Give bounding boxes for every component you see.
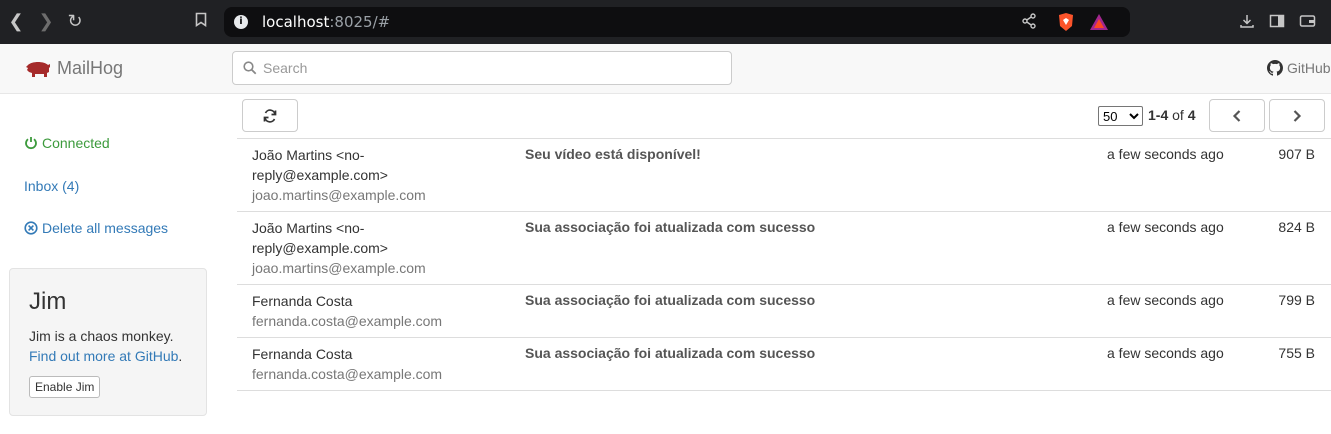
- chevron-left-icon: [1232, 109, 1241, 122]
- bookmark-icon[interactable]: [190, 10, 212, 32]
- message-sender: Fernanda Costa fernanda.costa@example.co…: [252, 346, 443, 382]
- message-sender: João Martins <no-reply@example.com> joao…: [252, 147, 426, 203]
- github-link[interactable]: GitHub: [1267, 60, 1331, 76]
- reload-icon[interactable]: ↻: [64, 10, 86, 32]
- message-date: a few seconds ago: [1107, 345, 1224, 361]
- browser-toolbar: ❮ ❯ ↻ i localhost:8025/#: [0, 0, 1331, 44]
- site-info-icon[interactable]: i: [234, 15, 248, 29]
- message-date: a few seconds ago: [1107, 146, 1224, 162]
- brave-shield-icon[interactable]: [1057, 12, 1075, 36]
- forward-icon[interactable]: ❯: [35, 10, 57, 32]
- jim-description: Jim is a chaos monkey. Find out more at …: [29, 328, 183, 364]
- search-input[interactable]: [263, 52, 723, 84]
- brand-name: MailHog: [57, 58, 124, 78]
- address-bar[interactable]: i localhost:8025/#: [224, 7, 1130, 37]
- url-text: localhost:8025/#: [262, 13, 391, 31]
- page-range: 1-4 of 4: [1148, 107, 1196, 123]
- enable-jim-button[interactable]: Enable Jim: [29, 376, 101, 398]
- message-sender: Fernanda Costa fernanda.costa@example.co…: [252, 293, 443, 329]
- message-subject: Sua associação foi atualizada com sucess…: [525, 345, 816, 361]
- message-size: 799 B: [1278, 292, 1315, 308]
- sidebar-toggle-icon[interactable]: [1269, 13, 1285, 33]
- jim-title: Jim: [29, 288, 67, 315]
- message-subject: Sua associação foi atualizada com sucess…: [525, 219, 816, 235]
- message-row[interactable]: João Martins <no-reply@example.com> joao…: [237, 211, 1331, 284]
- message-size: 755 B: [1278, 345, 1315, 361]
- previous-page-button[interactable]: [1209, 99, 1265, 132]
- github-label: GitHub: [1287, 60, 1331, 76]
- message-size: 824 B: [1278, 219, 1315, 235]
- wallet-icon[interactable]: [1299, 13, 1316, 33]
- message-size: 907 B: [1278, 146, 1315, 162]
- delete-all-button[interactable]: Delete all messages: [24, 220, 168, 236]
- github-icon: [1267, 60, 1283, 76]
- share-icon[interactable]: [1021, 13, 1037, 33]
- next-page-button[interactable]: [1269, 99, 1325, 132]
- sidebar-item-inbox[interactable]: Inbox (4): [24, 178, 79, 194]
- pig-logo-icon: [26, 61, 50, 77]
- message-date: a few seconds ago: [1107, 292, 1224, 308]
- search-box[interactable]: [232, 51, 732, 85]
- message-sender: João Martins <no-reply@example.com> joao…: [252, 220, 426, 276]
- power-icon: [25, 137, 37, 150]
- message-row[interactable]: João Martins <no-reply@example.com> joao…: [237, 138, 1331, 211]
- sidebar: Connected Inbox (4) Delete all messages …: [0, 94, 220, 434]
- refresh-button[interactable]: [242, 99, 298, 132]
- refresh-icon: [263, 108, 277, 123]
- brand-link[interactable]: MailHog: [25, 58, 123, 79]
- back-icon[interactable]: ❮: [5, 10, 27, 32]
- connection-status: Connected: [24, 135, 110, 151]
- chevron-right-icon: [1293, 109, 1302, 122]
- message-row[interactable]: Fernanda Costa fernanda.costa@example.co…: [237, 337, 1331, 391]
- remove-circle-icon: [24, 221, 38, 235]
- app-navbar: MailHog GitHub: [0, 44, 1331, 94]
- per-page-select[interactable]: 50: [1098, 106, 1143, 126]
- message-list: João Martins <no-reply@example.com> joao…: [237, 138, 1331, 391]
- jim-panel: Jim Jim is a chaos monkey. Find out more…: [9, 268, 207, 416]
- message-subject: Sua associação foi atualizada com sucess…: [525, 292, 816, 308]
- jim-github-link[interactable]: Find out more at GitHub: [29, 348, 178, 364]
- brave-rewards-icon[interactable]: [1089, 13, 1109, 35]
- message-date: a few seconds ago: [1107, 219, 1224, 235]
- message-row[interactable]: Fernanda Costa fernanda.costa@example.co…: [237, 284, 1331, 337]
- search-icon: [243, 61, 257, 75]
- download-icon[interactable]: [1239, 13, 1255, 33]
- message-subject: Seu vídeo está disponível!: [525, 146, 701, 162]
